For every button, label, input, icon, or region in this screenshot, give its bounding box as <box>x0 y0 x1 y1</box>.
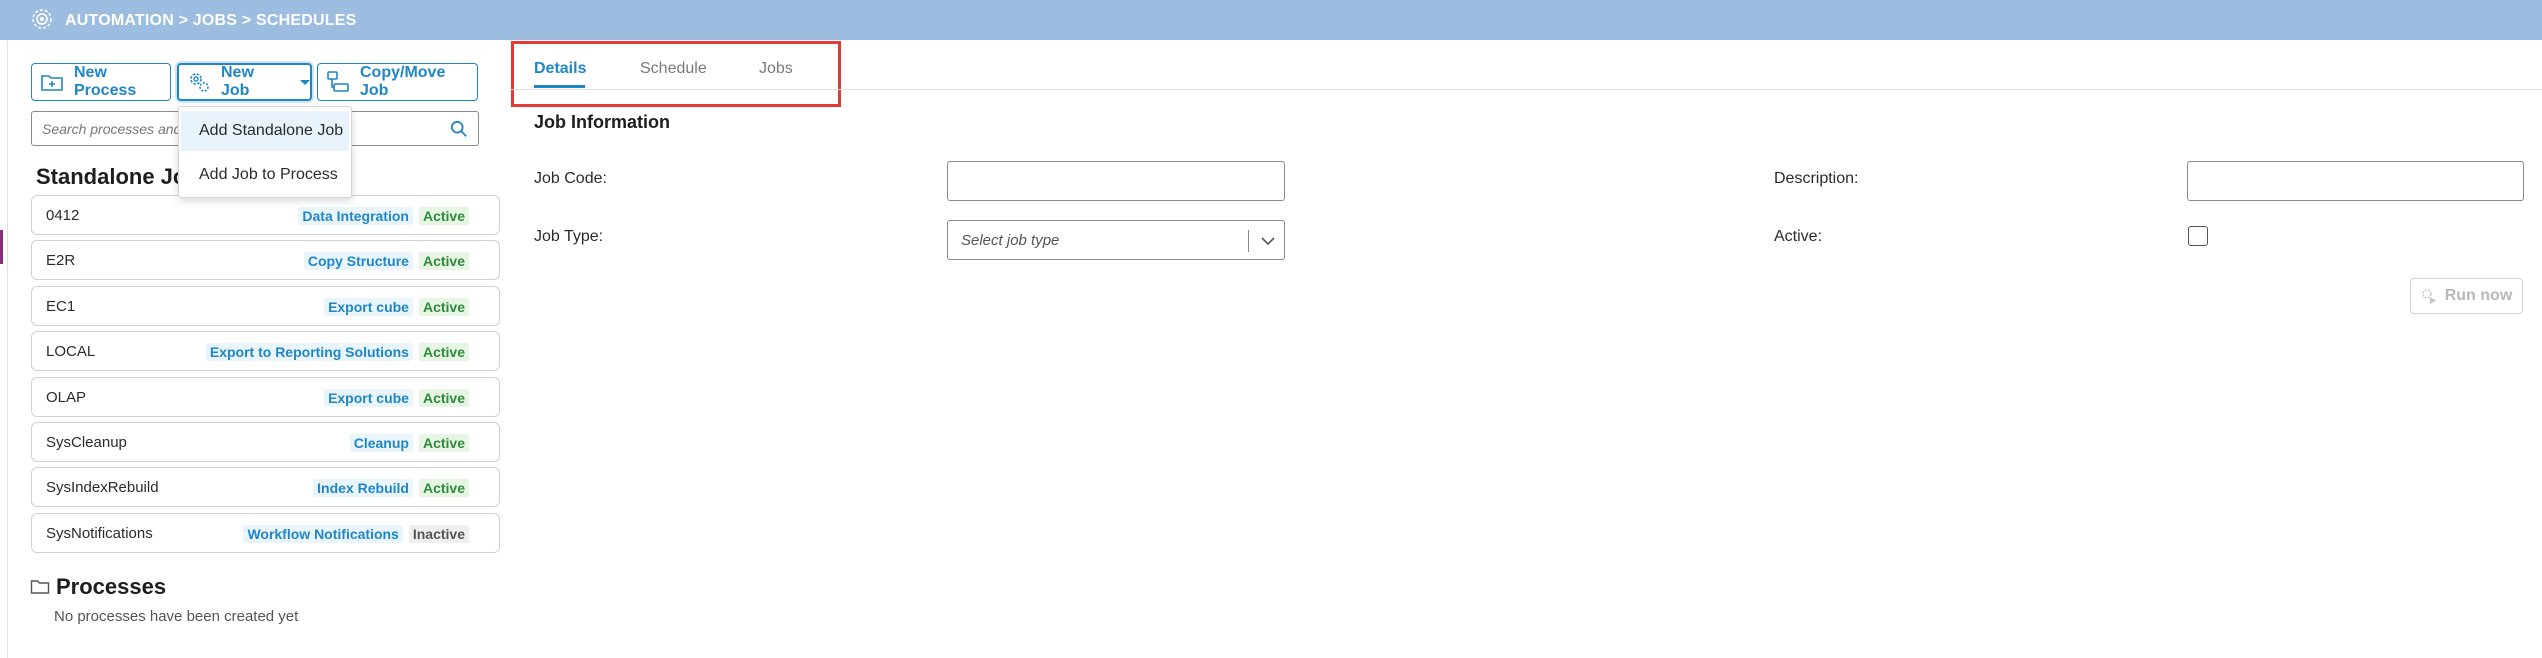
copy-move-job-button[interactable]: Copy/Move Job <box>317 63 478 101</box>
run-gears-icon <box>2422 289 2436 304</box>
job-information-title: Job Information <box>534 112 670 132</box>
status-badge: Active <box>418 343 469 362</box>
select-separator <box>1248 230 1249 252</box>
new-job-button[interactable]: New Job <box>177 63 312 101</box>
job-row-0412[interactable]: 0412 Data Integration Active <box>31 195 500 235</box>
new-process-button[interactable]: New Process <box>31 63 171 101</box>
status-badge: Active <box>418 207 469 225</box>
copy-move-job-label: Copy/Move Job <box>360 64 446 99</box>
description-field-wrapper <box>2187 161 2524 201</box>
job-row-syscleanup[interactable]: SysCleanup Cleanup Active <box>31 421 500 462</box>
status-badge: Inactive <box>408 524 469 543</box>
caret-down-icon[interactable] <box>300 79 310 85</box>
job-row-ec1[interactable]: EC1 Export cube Active <box>31 285 500 326</box>
job-row-sysindexrebuild[interactable]: SysIndexRebuild Index Rebuild Active <box>31 467 500 508</box>
gears-icon <box>190 73 209 92</box>
job-row-local[interactable]: LOCAL Export to Reporting Solutions Activ… <box>31 331 500 372</box>
job-code: OLAP <box>46 388 87 406</box>
job-type-badge: Index Rebuild <box>313 479 413 498</box>
job-code: SysCleanup <box>46 433 127 451</box>
status-badge: Active <box>418 388 469 407</box>
job-code: LOCAL <box>46 343 96 361</box>
status-badge: Active <box>418 433 469 452</box>
job-code: EC1 <box>46 297 76 315</box>
job-code-input[interactable] <box>948 162 1284 200</box>
search-icon[interactable] <box>450 120 468 138</box>
active-tab-indicator <box>534 85 585 88</box>
run-now-label: Run now <box>2444 287 2513 304</box>
description-input[interactable] <box>2188 162 2523 200</box>
job-type-label: Job Type: <box>534 228 604 245</box>
left-edge-rail <box>0 40 8 658</box>
tab-jobs[interactable]: Jobs <box>759 60 793 78</box>
active-checkbox[interactable] <box>2188 226 2208 246</box>
new-process-label: New Process <box>74 64 137 99</box>
job-code-label: Job Code: <box>534 170 607 187</box>
job-row-e2r[interactable]: E2R Copy Structure Active <box>31 240 500 281</box>
processes-heading: Processes <box>30 574 166 600</box>
job-type-badge: Copy Structure <box>303 252 413 271</box>
job-row-olap[interactable]: OLAP Export cube Active <box>31 376 500 417</box>
standalone-jobs-heading: Standalone Jobs <box>30 164 180 190</box>
breadcrumb: AUTOMATION > JOBS > SCHEDULES <box>65 12 357 29</box>
folder-plus-icon <box>41 75 63 91</box>
chevron-down-icon[interactable] <box>1260 234 1276 248</box>
job-code: 0412 <box>46 207 80 224</box>
status-badge: Active <box>418 479 469 498</box>
job-type-badge: Cleanup <box>349 433 413 452</box>
job-row-sysnotifications[interactable]: SysNotifications Workflow Notifications I… <box>31 512 500 553</box>
processes-title: Processes <box>56 574 167 599</box>
job-type-badge: Export to Reporting Solutions <box>205 343 413 362</box>
new-job-dropdown-menu: Add Standalone Job Add Job to Process <box>178 106 352 198</box>
top-header-bar: AUTOMATION > JOBS > SCHEDULES <box>0 0 2542 40</box>
gear-cluster-icon <box>32 9 52 29</box>
new-job-label: New Job <box>221 64 254 99</box>
tab-schedule[interactable]: Schedule <box>640 60 707 78</box>
job-code: E2R <box>46 252 76 270</box>
run-now-button[interactable]: Run now <box>2410 278 2523 314</box>
copy-move-icon <box>327 71 349 92</box>
job-code: SysIndexRebuild <box>46 479 159 497</box>
standalone-job-list: 0412 Data Integration Active E2R Copy Str… <box>31 195 500 558</box>
job-type-badge: Workflow Notifications <box>243 524 403 543</box>
menu-item-add-job-to-process[interactable]: Add Job to Process <box>181 155 349 195</box>
standalone-jobs-title: Standalone Jobs <box>36 164 180 189</box>
job-type-badge: Data Integration <box>298 207 413 225</box>
job-code-field-wrapper <box>947 161 1285 201</box>
description-label: Description: <box>1774 170 1859 187</box>
job-type-select[interactable]: Select job type <box>947 220 1285 260</box>
job-code: SysNotifications <box>46 524 153 542</box>
menu-item-add-standalone-job[interactable]: Add Standalone Job <box>181 111 349 151</box>
left-edge-marker <box>0 230 3 264</box>
processes-empty-message: No processes have been created yet <box>54 608 299 625</box>
job-type-badge: Export cube <box>324 388 413 407</box>
job-type-placeholder: Select job type <box>961 232 1060 249</box>
status-badge: Active <box>418 252 469 271</box>
active-label: Active: <box>1774 228 1823 245</box>
tab-divider <box>511 89 2542 90</box>
tab-details[interactable]: Details <box>534 60 586 78</box>
status-badge: Active <box>418 297 469 316</box>
folder-icon <box>30 580 50 594</box>
job-type-badge: Export cube <box>324 297 413 316</box>
